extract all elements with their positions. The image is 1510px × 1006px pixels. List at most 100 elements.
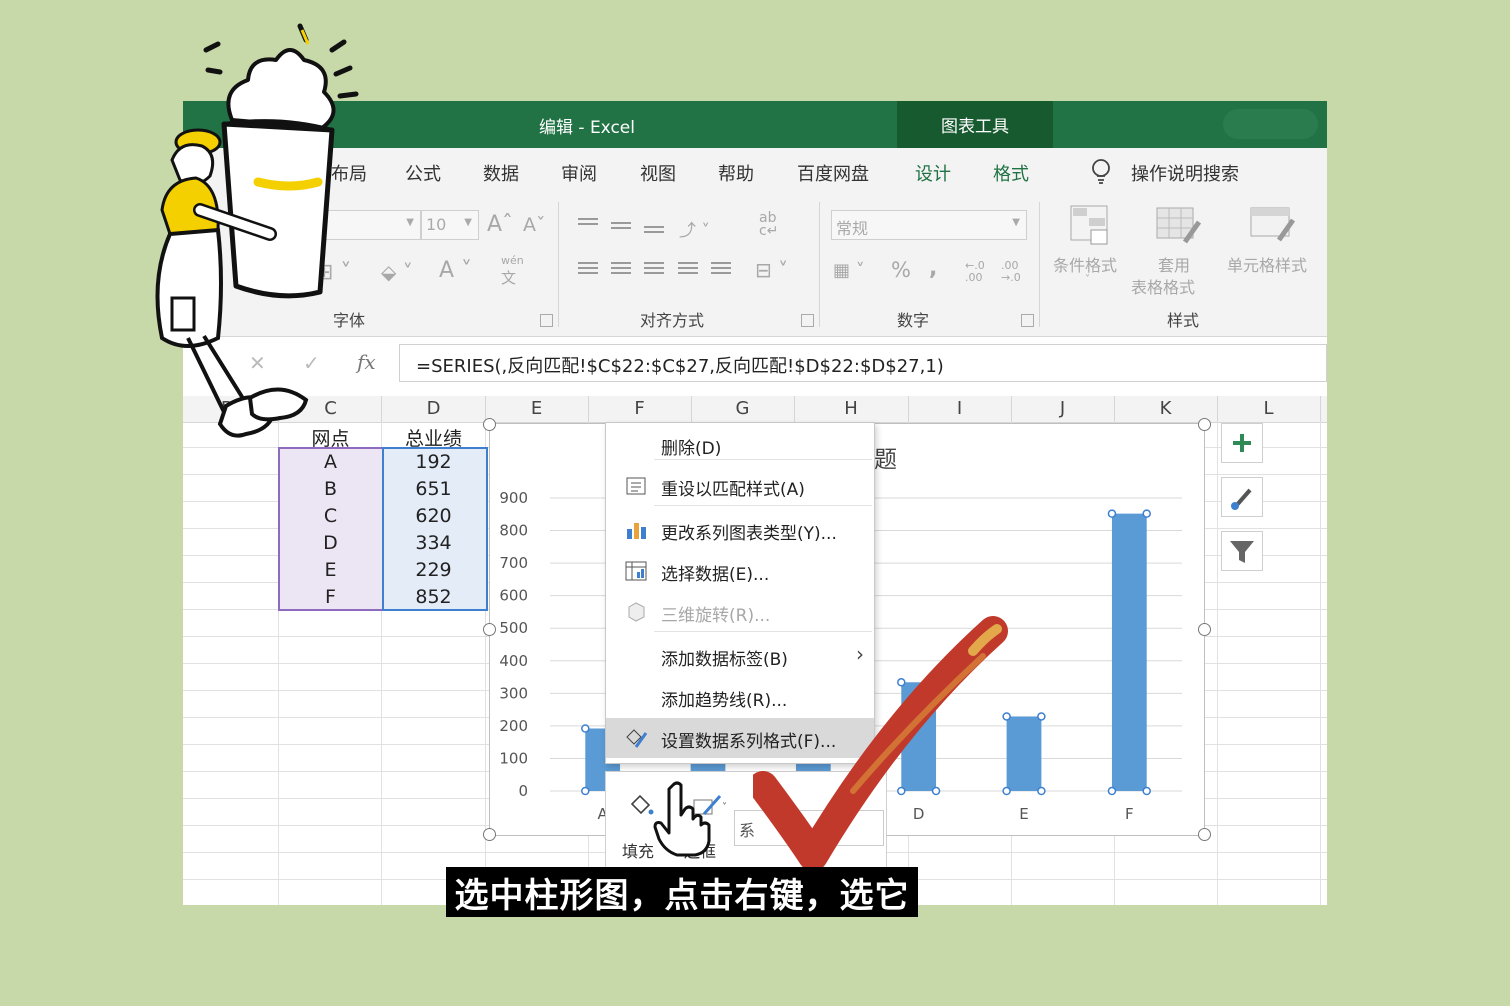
col-header-l[interactable]: L [1217, 398, 1320, 419]
table-cell-d[interactable]: 229 [382, 559, 485, 581]
format-table-label-1[interactable]: 套用 [1158, 252, 1190, 276]
number-dialog-launcher[interactable] [1021, 314, 1034, 327]
context-menu-item[interactable]: 重设以匹配样式(A) [606, 466, 874, 506]
percent-style-icon[interactable]: % [891, 258, 911, 282]
table-cell-c[interactable]: D [279, 532, 382, 554]
y-tick-label: 700 [499, 554, 528, 572]
fill-label[interactable]: 填充 [622, 838, 654, 862]
y-tick-label: 900 [499, 489, 528, 507]
increase-decimal-icon[interactable]: ←.0 .00 [965, 260, 991, 284]
group-separator [558, 202, 559, 327]
merge-center-icon[interactable]: ⊟ ˅ [755, 258, 788, 282]
alignment-dialog-launcher[interactable] [801, 314, 814, 327]
context-menu-label: 更改系列图表类型(Y)... [661, 524, 837, 544]
cell-styles-label[interactable]: 单元格样式 [1227, 252, 1307, 276]
tab-baidu[interactable]: 百度网盘 [797, 160, 869, 186]
col-header-f[interactable]: F [588, 398, 691, 419]
chart-styles-button[interactable] [1221, 477, 1263, 517]
cell-styles-icon[interactable] [1249, 204, 1295, 246]
brush-icon [1231, 488, 1252, 510]
col-header-j[interactable]: J [1011, 398, 1114, 419]
col-header-k[interactable]: K [1114, 398, 1217, 419]
format-table-label-2[interactable]: 表格格式 [1131, 274, 1195, 298]
shrink-font-icon[interactable]: Aˇ [523, 214, 546, 236]
context-menu-item[interactable]: 选择数据(E)... [606, 551, 874, 591]
align-right-icon[interactable] [644, 262, 664, 278]
table-cell-c[interactable]: E [279, 559, 382, 581]
table-cell-d[interactable]: 620 [382, 505, 485, 527]
font-size-value: 10 [426, 215, 447, 234]
tell-me-search[interactable]: 操作说明搜索 [1131, 160, 1239, 186]
font-color-icon[interactable]: A ˅ [439, 258, 472, 283]
col-header-e[interactable]: E [485, 398, 588, 419]
table-cell-d[interactable]: 334 [382, 532, 485, 554]
context-menu-item[interactable]: 更改系列图表类型(Y)... [606, 510, 874, 550]
table-cell-c[interactable]: A [279, 451, 382, 473]
chart-handle-tr[interactable] [1198, 418, 1211, 431]
table-cell-d[interactable]: 852 [382, 586, 485, 608]
align-center-icon[interactable] [611, 262, 631, 278]
formula-text: =SERIES(,反向匹配!$C$22:$C$27,反向匹配!$D$22:$D$… [416, 356, 944, 377]
orientation-icon[interactable]: ⤴ ˅ [679, 216, 710, 241]
y-tick-label: 500 [499, 619, 528, 637]
font-size-combo[interactable]: 10 ▼ [421, 210, 479, 240]
grid-col-line [1217, 422, 1218, 905]
col-header-g[interactable]: G [691, 398, 794, 419]
grow-font-icon[interactable]: Aˆ [487, 212, 513, 237]
tab-view[interactable]: 视图 [640, 160, 676, 186]
align-bottom-icon[interactable] [644, 226, 664, 242]
header-cell-d[interactable]: 总业绩 [382, 424, 485, 451]
col-header-h[interactable]: H [794, 398, 908, 419]
tab-design[interactable]: 设计 [915, 160, 951, 186]
chart-tools-label: 图表工具 [897, 101, 1053, 148]
formula-input[interactable]: =SERIES(,反向匹配!$C$22:$C$27,反向匹配!$D$22:$D$… [399, 344, 1327, 382]
conditional-format-label[interactable]: 条件格式 [1053, 252, 1117, 276]
chart-handle-br[interactable] [1198, 828, 1211, 841]
table-cell-c[interactable]: F [279, 586, 382, 608]
lightbulb-icon[interactable] [1089, 158, 1113, 186]
table-cell-d[interactable]: 192 [382, 451, 485, 473]
accounting-format-icon[interactable]: ▦ ˅ [833, 260, 865, 281]
chart-type-icon [627, 523, 646, 539]
tab-formulas[interactable]: 公式 [405, 160, 441, 186]
number-format-combo[interactable]: 常规 ▼ [831, 210, 1027, 240]
phonetic-icon[interactable]: wén 文 [501, 254, 524, 288]
tab-review[interactable]: 审阅 [561, 160, 597, 186]
increase-indent-icon[interactable] [711, 262, 731, 278]
align-left-icon[interactable] [578, 262, 598, 278]
fill-color-icon[interactable]: ⬙ ˅ [381, 260, 413, 284]
chart-elements-button[interactable] [1221, 423, 1263, 463]
col-header-d[interactable]: D [382, 398, 485, 419]
chart-handle-tl[interactable] [483, 418, 496, 431]
chart-filters-button[interactable] [1221, 531, 1263, 571]
hand-cursor-icon [653, 781, 711, 857]
subtitle-caption: 选中柱形图，点击右键，选它 [446, 867, 918, 917]
align-middle-icon[interactable] [611, 222, 631, 238]
tab-format[interactable]: 格式 [993, 160, 1029, 186]
conditional-format-icon[interactable] [1069, 204, 1111, 246]
account-area[interactable] [1223, 109, 1318, 139]
group-number: 数字 [897, 311, 930, 330]
decrease-decimal-icon[interactable]: .00 →.0 [1001, 260, 1027, 284]
comma-style-icon[interactable]: , [929, 256, 937, 281]
menu-separator [654, 505, 872, 506]
group-styles: 样式 [1167, 311, 1200, 330]
number-format-value: 常规 [836, 219, 869, 238]
chart-handle-ml[interactable] [483, 623, 496, 636]
decrease-indent-icon[interactable] [678, 262, 698, 278]
wrap-text-icon[interactable]: ab c↵ [759, 211, 778, 238]
tab-data[interactable]: 数据 [483, 160, 519, 186]
col-header-i[interactable]: I [908, 398, 1011, 419]
bar[interactable] [1111, 513, 1147, 791]
tab-help[interactable]: 帮助 [718, 160, 754, 186]
table-cell-c[interactable]: B [279, 478, 382, 500]
chart-handle-mr[interactable] [1198, 623, 1211, 636]
context-menu-label: 删除(D) [661, 439, 722, 459]
context-menu-label: 重设以匹配样式(A) [661, 480, 805, 500]
table-cell-c[interactable]: C [279, 505, 382, 527]
align-top-icon[interactable] [578, 218, 598, 234]
font-dialog-launcher[interactable] [540, 314, 553, 327]
chart-handle-bl[interactable] [483, 828, 496, 841]
format-as-table-icon[interactable] [1155, 204, 1201, 246]
table-cell-d[interactable]: 651 [382, 478, 485, 500]
